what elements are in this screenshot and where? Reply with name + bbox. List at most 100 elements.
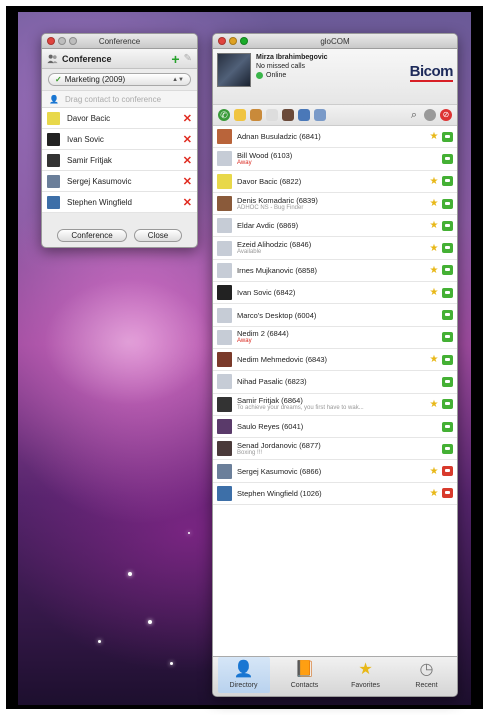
chat-icon[interactable] [234, 109, 246, 121]
tab-recent[interactable]: ◷ Recent [401, 657, 453, 693]
favorite-star-icon[interactable]: ★ [429, 198, 439, 209]
contact-row[interactable]: Denis Komadaric (6839) ADHOC NS - Bug Fin… [213, 193, 457, 216]
user-avatar[interactable] [217, 53, 251, 87]
contact-row[interactable]: Ezeid Alihodzic (6846) Available ★ [213, 237, 457, 260]
favorite-star-icon[interactable]: ★ [429, 466, 439, 477]
phone-status-icon[interactable] [442, 332, 453, 343]
phone-status-icon[interactable] [442, 354, 453, 365]
participant-row[interactable]: Davor Bacic ✕ [42, 108, 197, 129]
search-icon[interactable]: ⌕ [408, 109, 420, 121]
group-icon [47, 54, 58, 64]
contact-row[interactable]: Senad Jordanovic (6877) Boxing !!! [213, 438, 457, 461]
drag-drop-zone[interactable]: 👤 Drag contact to conference [42, 90, 197, 108]
conference-button[interactable]: Conference [57, 229, 127, 242]
phone-status-icon[interactable] [442, 243, 453, 254]
participant-row[interactable]: Stephen Wingfield ✕ [42, 192, 197, 213]
phone-status-icon[interactable] [442, 198, 453, 209]
contact-row[interactable]: Nedim 2 (6844) Away [213, 327, 457, 349]
phone-status-icon[interactable] [442, 131, 453, 142]
avatar [217, 285, 232, 301]
presence-status[interactable]: Online [256, 71, 410, 80]
contact-row[interactable]: Saulo Reyes (6041) [213, 416, 457, 439]
phone-status-icon[interactable] [442, 399, 453, 410]
contact-row[interactable]: Ivan Sovic (6842) ★ [213, 282, 457, 305]
contact-row[interactable]: Davor Bacic (6822) ★ [213, 171, 457, 193]
remove-participant-icon[interactable]: ✕ [183, 112, 192, 125]
zoom-window-button[interactable] [69, 37, 77, 45]
participant-row[interactable]: Sergej Kasumovic ✕ [42, 171, 197, 192]
phone-status-icon[interactable] [442, 443, 453, 454]
contact-row[interactable]: Samir Fritjak (6864) To achieve your drea… [213, 394, 457, 416]
fax-icon[interactable] [266, 109, 278, 121]
clock-icon: ◷ [419, 661, 434, 678]
zoom-window-button[interactable] [240, 37, 248, 45]
contact-name: Saulo Reyes (6041) [237, 422, 304, 431]
contact-row[interactable]: Nedim Mehmedovic (6843) ★ [213, 349, 457, 372]
minimize-window-button[interactable] [58, 37, 66, 45]
phone-status-icon[interactable] [442, 310, 453, 321]
close-window-button[interactable] [218, 37, 226, 45]
favorite-star-icon[interactable]: ★ [429, 399, 439, 410]
contact-row[interactable]: Sergej Kasumovic (6866) ★ [213, 460, 457, 483]
contact-row[interactable]: Bill Wood (6103) Away [213, 148, 457, 171]
contact-row[interactable]: Nihad Pasalic (6823) [213, 371, 457, 394]
tab-contacts[interactable]: 📙 Contacts [279, 657, 331, 693]
call-icon[interactable]: ✆ [218, 109, 230, 121]
contact-row[interactable]: Marco's Desktop (6004) [213, 304, 457, 327]
favorite-star-icon[interactable]: ★ [429, 287, 439, 298]
person-icon: 👤 [49, 94, 59, 104]
phone-status-icon[interactable] [442, 176, 453, 187]
contact-name: Samir Fritjak (6864) [237, 396, 303, 406]
contact-name: Eldar Avdic (6869) [237, 221, 299, 231]
favorite-star-icon[interactable]: ★ [429, 131, 439, 142]
voicemail-icon[interactable] [298, 109, 310, 121]
contact-row[interactable]: Eldar Avdic (6869) ★ [213, 215, 457, 238]
info-icon[interactable] [424, 109, 436, 121]
group-select[interactable]: ✓ Marketing (2009) ▲▼ [48, 73, 191, 86]
close-window-button[interactable] [47, 37, 55, 45]
phone-status-icon[interactable] [442, 421, 453, 432]
contact-row[interactable]: Irnes Mujkanovic (6858) ★ [213, 260, 457, 283]
phone-status-icon[interactable] [442, 287, 453, 298]
favorite-star-icon[interactable]: ★ [429, 220, 439, 231]
favorite-star-icon[interactable]: ★ [429, 243, 439, 254]
add-participant-icon[interactable]: + [171, 52, 179, 66]
contact-row[interactable]: Stephen Wingfield (1026) ★ [213, 483, 457, 506]
minimize-window-button[interactable] [229, 37, 237, 45]
tab-favorites[interactable]: ★ Favorites [340, 657, 392, 693]
favorite-star-icon[interactable]: ★ [429, 488, 439, 499]
participant-row[interactable]: Ivan Sovic ✕ [42, 129, 197, 150]
remove-participant-icon[interactable]: ✕ [183, 133, 192, 146]
conference-titlebar[interactable]: Conference [42, 34, 197, 49]
avatar [217, 151, 232, 167]
group-chat-icon[interactable] [250, 109, 262, 121]
glocom-titlebar[interactable]: gloCOM [213, 34, 457, 49]
tab-directory[interactable]: 👤 Directory [217, 657, 270, 693]
phone-status-icon[interactable] [442, 220, 453, 231]
favorite-star-icon[interactable]: ★ [429, 265, 439, 276]
participant-name: Sergej Kasumovic [67, 176, 132, 186]
phone-status-icon[interactable] [442, 488, 453, 499]
remove-participant-icon[interactable]: ✕ [183, 154, 192, 167]
group-select-value: Marketing (2009) [64, 75, 126, 84]
participant-row[interactable]: Samir Fritjak ✕ [42, 150, 197, 171]
tab-label: Directory [229, 682, 258, 689]
phone-status-icon[interactable] [442, 376, 453, 387]
favorite-star-icon[interactable]: ★ [429, 354, 439, 365]
phone-status-icon[interactable] [442, 466, 453, 477]
phone-status-icon[interactable] [442, 153, 453, 164]
settings-icon[interactable] [314, 109, 326, 121]
remove-participant-icon[interactable]: ✕ [183, 175, 192, 188]
remove-participant-icon[interactable]: ✕ [183, 196, 192, 209]
edit-icon[interactable]: ✎ [184, 53, 192, 64]
phone-status-icon[interactable] [442, 265, 453, 276]
contact-status-message: Boxing !!! [237, 449, 263, 456]
contact-row[interactable]: Adnan Busuladzic (6841) ★ [213, 126, 457, 149]
conference-icon[interactable] [282, 109, 294, 121]
contact-name: Bill Wood (6103) [237, 150, 293, 160]
close-button[interactable]: Close [134, 229, 182, 242]
user-profile: Mirza Ibrahimbegovic No missed calls Onl… [213, 49, 457, 105]
do-not-disturb-icon[interactable]: ⊘ [440, 109, 452, 121]
contact-name: Adnan Busuladzic (6841) [237, 132, 321, 142]
favorite-star-icon[interactable]: ★ [429, 176, 439, 187]
